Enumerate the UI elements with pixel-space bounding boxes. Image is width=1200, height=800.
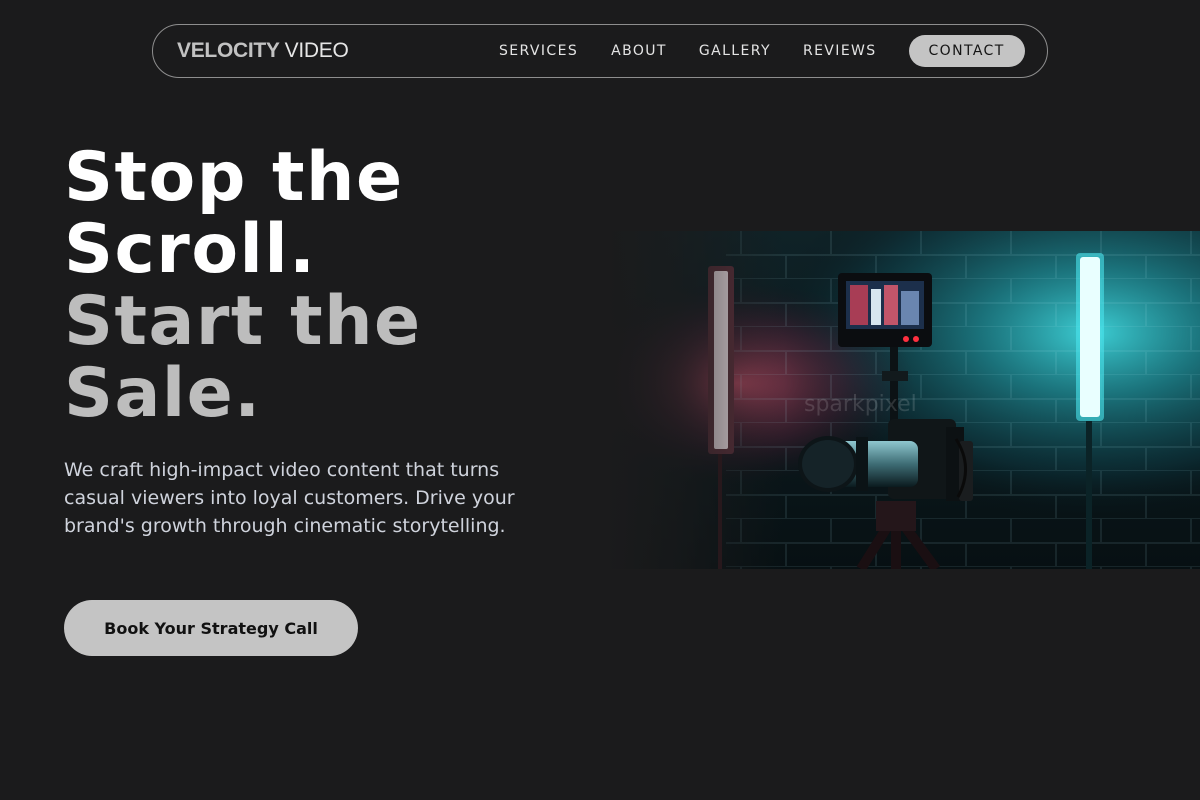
navbar: VELOCITY VIDEO SERVICES ABOUT GALLERY RE… (152, 24, 1048, 78)
headline-line-2: Scroll. (64, 210, 317, 289)
nav-link-gallery[interactable]: GALLERY (699, 43, 771, 59)
headline-line-4: Sale. (64, 354, 262, 433)
hero-subtext: We craft high-impact video content that … (64, 459, 515, 537)
image-watermark: sparkpixel (804, 392, 917, 417)
hero-image: sparkpixel (606, 231, 1200, 569)
nav-link-services[interactable]: SERVICES (499, 43, 578, 59)
field-monitor (838, 273, 932, 347)
book-strategy-call-button[interactable]: Book Your Strategy Call (64, 600, 358, 656)
nav-links: SERVICES ABOUT GALLERY REVIEWS CONTACT (499, 25, 1025, 77)
headline-line-1: Stop the (64, 138, 404, 217)
logo-light-text: VIDEO (284, 39, 349, 62)
headline-line-3: Start the (64, 282, 422, 361)
camera-rig-illustration: sparkpixel (606, 231, 1200, 569)
contact-button[interactable]: CONTACT (908, 35, 1025, 67)
camera-lens (798, 436, 918, 492)
logo-bold-text: VELOCITY (177, 39, 280, 62)
brand-logo[interactable]: VELOCITY VIDEO (177, 39, 349, 63)
hero-headline: Stop the Scroll. Start the Sale. (64, 142, 422, 430)
nav-link-reviews[interactable]: REVIEWS (803, 43, 877, 59)
nav-link-about[interactable]: ABOUT (611, 43, 667, 59)
